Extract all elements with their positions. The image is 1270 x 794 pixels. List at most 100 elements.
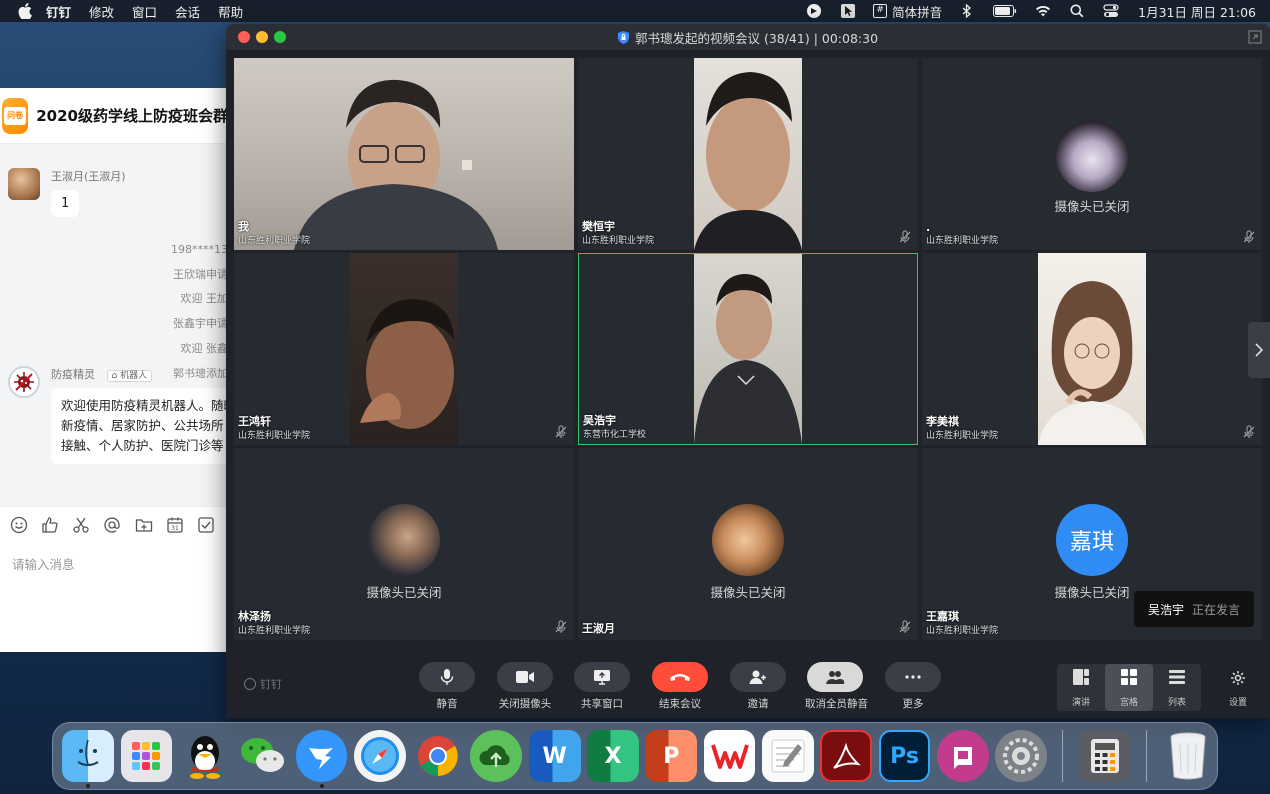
list-layout-icon <box>1169 670 1185 684</box>
launchpad-icon[interactable] <box>120 730 173 782</box>
trash-icon[interactable] <box>1162 730 1214 782</box>
expand-icon[interactable] <box>1248 30 1262 44</box>
speaking-name: 吴浩宇 <box>1148 602 1185 617</box>
speaking-status: 正在发言 <box>1192 602 1241 617</box>
mute-button[interactable]: 静音 <box>417 662 477 711</box>
video-tile[interactable]: 樊恒宇 山东胜利职业学院 <box>578 58 918 250</box>
input-method[interactable]: # 简体拼音 <box>873 2 942 21</box>
chat-message-list[interactable]: 王淑月(王淑月) 1 198****13 王欣瑞申请 欢迎 王加 张鑫宇申请 欢… <box>0 144 228 506</box>
meeting-controls: 钉钉 静音 关闭摄像头 共享窗口 结束会议 邀请 取消全员静音 更多 演讲 宫格… <box>226 654 1270 718</box>
chat-message: 防疫精灵 ⌂ 机器人 欢迎使用防疫精灵机器人。随时 新疫情、居家防护、公共场所 … <box>8 366 228 464</box>
chrome-icon[interactable] <box>412 730 464 782</box>
battery-icon[interactable] <box>992 3 1018 19</box>
menu-edit[interactable]: 修改 <box>89 2 114 21</box>
mic-muted-icon <box>555 425 567 438</box>
layout-grid-button[interactable]: 宫格 <box>1105 664 1153 711</box>
folder-add-icon[interactable] <box>135 515 153 535</box>
message-input[interactable]: 请输入消息 <box>0 542 228 585</box>
avatar[interactable] <box>8 168 40 200</box>
group-avatar-icon: 问卷 <box>2 97 29 134</box>
robot-tag: ⌂ 机器人 <box>106 370 153 382</box>
powerpoint-icon[interactable]: P <box>645 730 698 782</box>
mic-muted-icon <box>1243 425 1255 438</box>
unmute-all-button[interactable]: 取消全员静音 <box>805 662 868 711</box>
video-feed <box>694 58 802 250</box>
calculator-icon[interactable] <box>1078 730 1131 782</box>
system-notice: 198****13 <box>171 243 228 256</box>
share-window-button[interactable]: 共享窗口 <box>572 662 632 711</box>
video-tile[interactable]: 摄像头已关闭 王淑月 <box>578 448 918 640</box>
wechat-icon[interactable] <box>237 730 289 782</box>
dock: W X P Ps <box>52 722 1218 790</box>
camera-label: 关闭摄像头 <box>498 698 552 710</box>
video-tile[interactable]: 王鸿轩 山东胜利职业学院 <box>234 253 574 445</box>
acrobat-icon[interactable] <box>820 730 873 782</box>
share-screen-icon <box>574 662 630 692</box>
cursor-icon[interactable] <box>839 3 857 19</box>
wps-icon[interactable] <box>703 730 756 782</box>
meeting-title: 郭书璁发起的视频会议 (38/41) | 00:08:30 <box>634 30 879 46</box>
add-user-icon <box>730 662 786 692</box>
emoji-icon[interactable] <box>10 515 28 535</box>
calendar-icon[interactable]: 31 <box>166 515 184 535</box>
meeting-titlebar[interactable]: 郭书璁发起的视频会议 (38/41) | 00:08:30 <box>226 24 1270 50</box>
layout-list-button[interactable]: 列表 <box>1153 664 1201 711</box>
safari-icon[interactable] <box>353 730 406 782</box>
message-bubble[interactable]: 欢迎使用防疫精灵机器人。随时 新疫情、居家防护、公共场所 接触、个人防护、医院门… <box>51 388 228 464</box>
end-meeting-button[interactable]: 结束会议 <box>650 662 710 711</box>
layout-speaker-button[interactable]: 演讲 <box>1057 664 1105 711</box>
apple-icon[interactable] <box>18 3 34 19</box>
layout-speaker-label: 演讲 <box>1071 698 1090 708</box>
gear-icon <box>1231 671 1245 685</box>
message-bubble[interactable]: 1 <box>51 190 80 217</box>
invite-button[interactable]: 邀请 <box>728 662 788 711</box>
excel-icon[interactable]: X <box>587 730 639 782</box>
menu-window[interactable]: 窗口 <box>132 2 157 21</box>
textedit-icon[interactable] <box>762 730 814 782</box>
video-tile[interactable]: 我 山东胜利职业学院 <box>234 58 574 250</box>
photoshop-icon[interactable]: Ps <box>878 730 931 782</box>
more-button[interactable]: 更多 <box>883 662 943 711</box>
menu-session[interactable]: 会话 <box>175 2 200 21</box>
checkbox-task-icon[interactable] <box>197 515 215 535</box>
bluetooth-icon[interactable] <box>958 3 976 19</box>
chat-group-title[interactable]: 2020级药学线上防疫班会群 <box>36 105 228 126</box>
mic-muted-icon <box>1243 230 1255 243</box>
scissors-icon[interactable] <box>72 515 90 535</box>
control-center-icon[interactable] <box>1102 3 1120 19</box>
video-tile[interactable]: 摄像头已关闭 林泽扬 山东胜利职业学院 <box>234 448 574 640</box>
layout-grid-label: 宫格 <box>1119 698 1138 708</box>
menu-app-name[interactable]: 钉钉 <box>46 2 71 21</box>
cloud-icon[interactable] <box>470 730 523 782</box>
word-icon[interactable]: W <box>528 730 581 782</box>
notes-app-icon[interactable] <box>937 730 989 782</box>
robot-tag-label: 机器人 <box>120 371 148 381</box>
virus-bot-icon[interactable] <box>8 366 40 398</box>
system-preferences-icon[interactable] <box>995 730 1048 782</box>
mention-icon[interactable] <box>103 515 121 535</box>
dingtalk-logo-icon <box>244 678 256 690</box>
camera-off-label: 摄像头已关闭 <box>1054 199 1130 214</box>
record-icon[interactable] <box>805 3 823 19</box>
video-tile[interactable]: 李美祺 山东胜利职业学院 <box>922 253 1262 445</box>
spotlight-search-icon[interactable] <box>1068 3 1086 19</box>
qq-icon[interactable] <box>179 730 231 782</box>
next-page-button[interactable] <box>1248 322 1270 378</box>
finder-icon[interactable] <box>62 730 115 788</box>
mic-muted-icon <box>899 230 911 243</box>
thumbs-up-icon[interactable] <box>41 515 59 535</box>
camera-button[interactable]: 关闭摄像头 <box>495 662 555 711</box>
participant-name: 樊恒宇 <box>582 220 615 233</box>
menu-help[interactable]: 帮助 <box>218 2 243 21</box>
menu-clock[interactable]: 1月31日 周日 21:06 <box>1138 2 1256 21</box>
dingtalk-icon[interactable] <box>295 730 348 788</box>
participant-name: 吴浩宇 <box>583 414 616 427</box>
video-tile-active-speaker[interactable]: 吴浩宇 东营市化工学校 <box>578 253 918 445</box>
video-tile[interactable]: 摄像头已关闭 . 山东胜利职业学院 <box>922 58 1262 250</box>
mic-muted-icon <box>899 620 911 633</box>
settings-button[interactable]: 设置 <box>1222 670 1254 708</box>
participant-name: 林泽扬 <box>238 610 271 623</box>
wifi-icon[interactable] <box>1034 3 1052 19</box>
participant-name: 王嘉琪 <box>926 610 959 623</box>
chat-message: 王淑月(王淑月) 1 <box>8 168 126 217</box>
